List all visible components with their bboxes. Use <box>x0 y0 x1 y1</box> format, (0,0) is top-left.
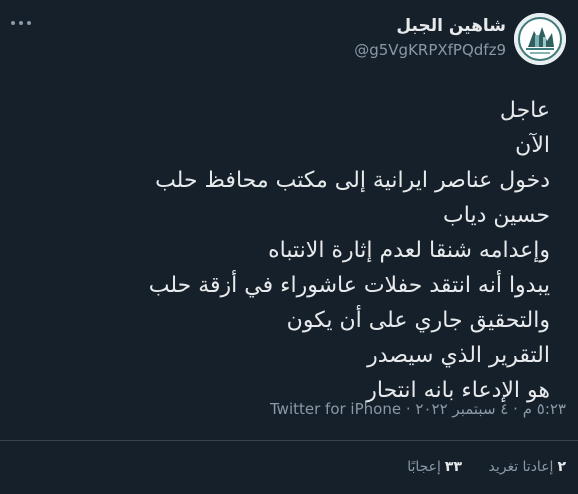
tweet-line: الآن <box>515 133 550 158</box>
tweet-line: عاجل <box>499 98 550 123</box>
likes-label: إعجابًا <box>407 459 441 475</box>
tweet-date[interactable]: ٤ سبتمبر ٢٠٢٢ <box>415 400 508 418</box>
avatar-image <box>514 13 566 65</box>
retweets-label: إعادتا تغريد <box>488 459 554 475</box>
source-link[interactable]: Twitter for iPhone <box>270 400 401 418</box>
tweet-line: وإعدامه شنقا لعدم إثارة الانتباه <box>268 238 550 263</box>
author-handle[interactable]: @g5VgKRPXfPQdfz9 <box>354 41 506 59</box>
tweet-line: والتحقيق جاري على أن يكون <box>286 308 550 333</box>
author-display-name[interactable]: شاهين الجبل <box>396 16 506 36</box>
avatar[interactable] <box>514 13 566 65</box>
tweet-time[interactable]: ٥:٢٣ م <box>523 400 566 418</box>
tweet-line: حسين دياب <box>443 203 550 228</box>
more-dots-graphic <box>11 21 31 25</box>
likes-stat[interactable]: ٣٣إعجابًا <box>407 459 462 475</box>
more-horizontal-icon[interactable] <box>10 14 34 28</box>
tweet-stats: ٢إعادتا تغريد ٣٣إعجابًا <box>385 459 566 475</box>
meta-separator: · <box>513 400 518 418</box>
tweet-line: دخول عناصر ايرانية إلى مكتب محافظ حلب <box>155 168 550 193</box>
tweet-line: التقرير الذي سيصدر <box>367 343 550 368</box>
likes-count: ٣٣ <box>444 459 463 475</box>
tweet-text: عاجل الآن دخول عناصر ايرانية إلى مكتب مح… <box>30 93 550 408</box>
tweet-meta: Twitter for iPhone · ٤ سبتمبر ٢٠٢٢ · ٥:٢… <box>270 400 566 418</box>
retweets-count: ٢ <box>557 459 566 475</box>
tweet-line: يبدوا أنه انتقد حفلات عاشوراء في أزقة حل… <box>148 273 550 298</box>
tweet-card: شاهين الجبل @g5VgKRPXfPQdfz9 عاجل الآن د… <box>0 0 578 494</box>
divider <box>0 440 578 441</box>
retweets-stat[interactable]: ٢إعادتا تغريد <box>488 459 566 475</box>
meta-separator: · <box>405 400 411 418</box>
